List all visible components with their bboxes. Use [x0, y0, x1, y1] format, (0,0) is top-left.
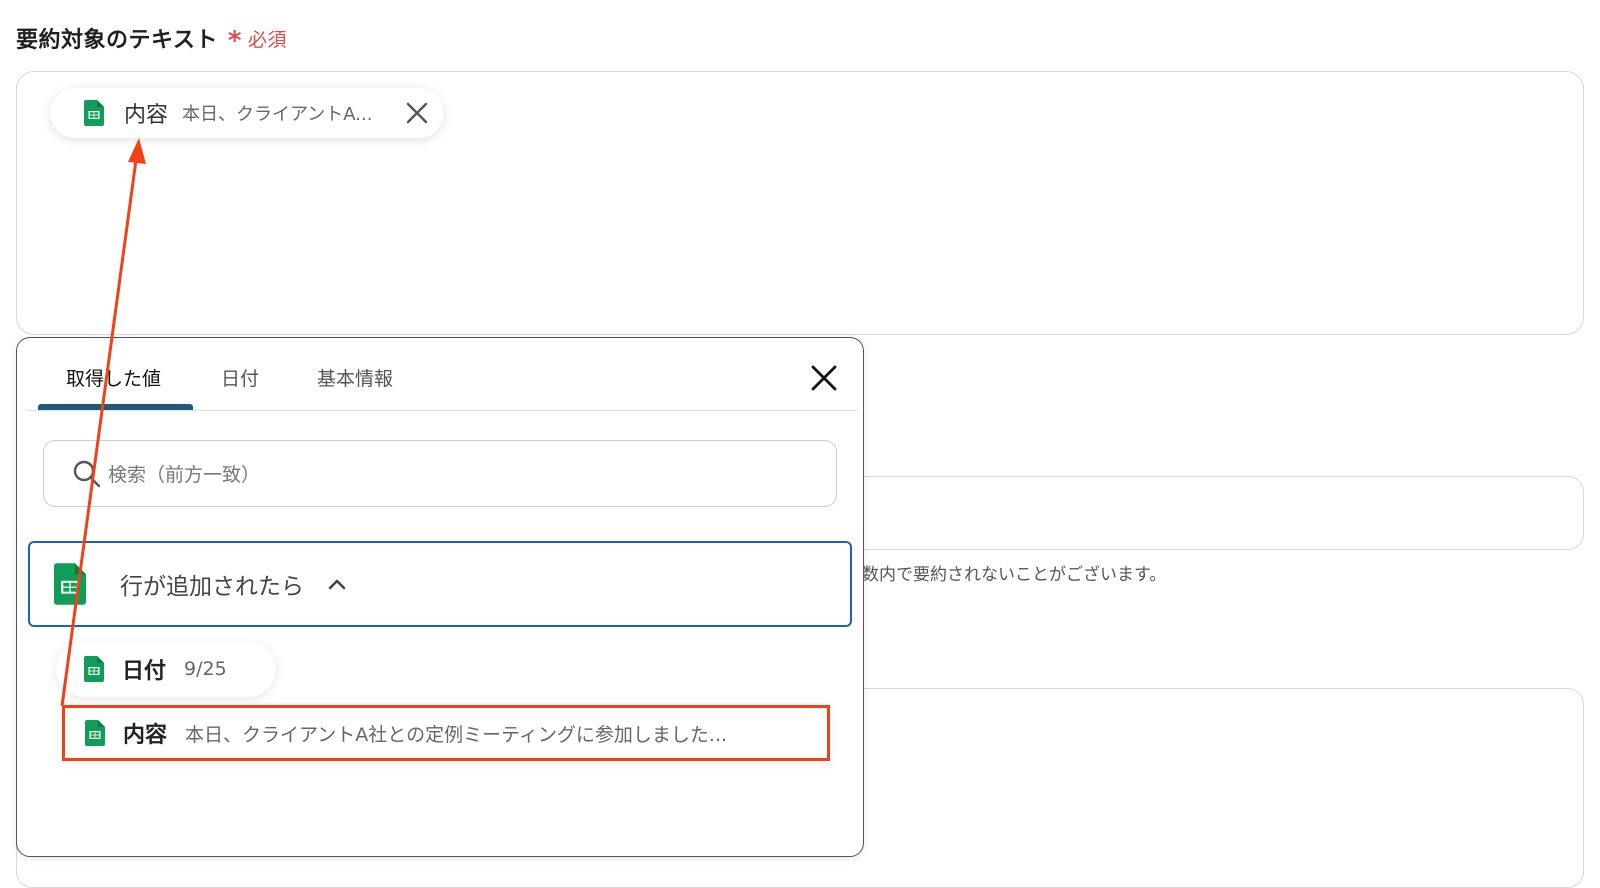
- chip-label: 内容: [124, 103, 169, 128]
- chevron-up-icon[interactable]: [326, 573, 348, 595]
- tab-divider: [26, 410, 858, 411]
- search-icon: [73, 460, 101, 487]
- search-input[interactable]: 検索（前方一致）: [43, 440, 837, 507]
- value-item-content[interactable]: 内容 本日、クライアントA社との定例ミーティングに参加しました...: [62, 705, 830, 761]
- item-label: 日付: [122, 659, 167, 684]
- value-item-date[interactable]: 日付 9/25: [56, 641, 276, 697]
- inserted-value-chip[interactable]: 内容 本日、クライアントA...: [50, 88, 444, 138]
- field-label: 要約対象のテキスト * 必須: [16, 22, 287, 54]
- item-value: 本日、クライアントA社との定例ミーティングに参加しました...: [185, 723, 728, 746]
- tab-acquired-values[interactable]: 取得した値: [66, 364, 161, 391]
- search-placeholder: 検索（前方一致）: [108, 464, 261, 486]
- item-label: 内容: [123, 723, 168, 748]
- field-label-text: 要約対象のテキスト: [16, 28, 218, 53]
- close-icon[interactable]: [404, 100, 430, 126]
- group-row-added[interactable]: 行が追加されたら: [28, 541, 852, 627]
- google-sheets-icon: [84, 100, 104, 126]
- tab-date[interactable]: 日付: [221, 364, 259, 391]
- google-sheets-icon: [85, 720, 105, 746]
- item-value: 9/25: [184, 658, 227, 680]
- google-sheets-icon: [54, 563, 86, 605]
- google-sheets-icon: [84, 656, 104, 682]
- chip-value: 本日、クライアントA...: [182, 104, 373, 125]
- required-asterisk: *: [227, 26, 242, 56]
- required-text: 必須: [247, 28, 287, 51]
- tab-basic-info[interactable]: 基本情報: [317, 364, 393, 391]
- group-label: 行が追加されたら: [120, 574, 304, 600]
- close-icon[interactable]: [808, 362, 840, 394]
- helper-text: 数内で要約されないことがございます。: [862, 565, 1167, 585]
